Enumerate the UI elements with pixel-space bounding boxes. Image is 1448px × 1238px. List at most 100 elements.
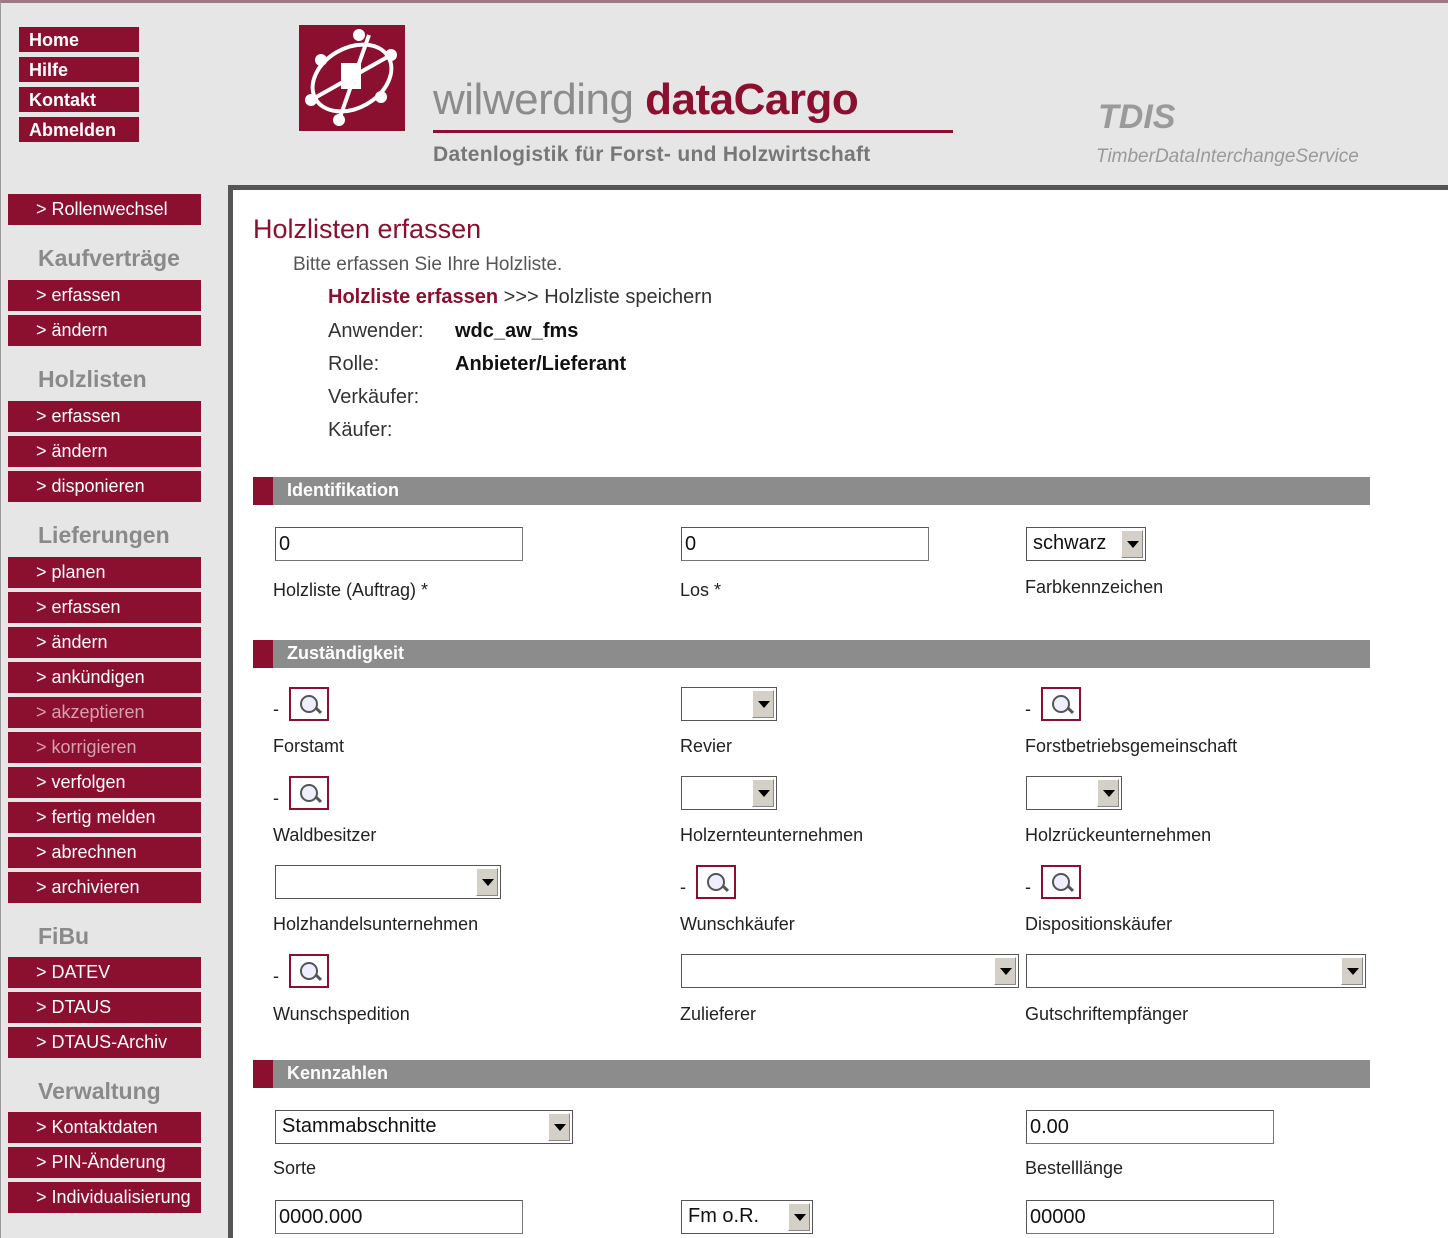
search-icon[interactable] bbox=[1041, 865, 1081, 899]
forstamt-label: Forstamt bbox=[273, 736, 345, 756]
rolle-value: Anbieter/Lieferant bbox=[455, 353, 627, 375]
brand-name: wilwerding dataCargo bbox=[433, 75, 859, 124]
bestelllaenge-input[interactable] bbox=[1026, 1110, 1274, 1144]
waldbesitzer-label: Waldbesitzer bbox=[273, 825, 377, 845]
sidebar-lief-abrechnen[interactable]: > abrechnen bbox=[8, 837, 201, 868]
info-kaeufer: Käufer: bbox=[328, 419, 393, 441]
sidebar-heading-holzlisten: Holzlisten bbox=[38, 366, 147, 392]
sidebar-heading-fibu: FiBu bbox=[38, 923, 90, 949]
chevron-down-icon bbox=[1341, 957, 1363, 985]
sidebar-lief-planen[interactable]: > planen bbox=[8, 557, 201, 588]
sidebar-lief-fertig-melden[interactable]: > fertig melden bbox=[8, 802, 201, 833]
sidebar-lief-archivieren[interactable]: > archivieren bbox=[8, 872, 201, 903]
nav-hilfe[interactable]: Hilfe bbox=[19, 57, 139, 84]
sidebar-verw-kontaktdaten[interactable]: > Kontaktdaten bbox=[8, 1112, 201, 1143]
brand-tagline: Datenlogistik für Forst- und Holzwirtsch… bbox=[433, 143, 871, 166]
holzernte-select[interactable] bbox=[681, 776, 777, 810]
holzrueck-label: Holzrückeunternehmen bbox=[1025, 825, 1212, 845]
sidebar-lief-verfolgen[interactable]: > verfolgen bbox=[8, 767, 201, 798]
zulieferer-select[interactable] bbox=[681, 954, 1019, 988]
revier-label: Revier bbox=[680, 736, 733, 756]
los-input[interactable] bbox=[681, 527, 929, 561]
gutschrift-label: Gutschriftempfänger bbox=[1025, 1004, 1189, 1024]
chevron-down-icon bbox=[752, 690, 774, 718]
los-label: Los * bbox=[680, 580, 722, 600]
sorte-label: Sorte bbox=[273, 1158, 317, 1178]
dispo-label: Dispositionskäufer bbox=[1025, 914, 1173, 934]
holzhandel-select[interactable] bbox=[275, 865, 501, 899]
zulieferer-label: Zulieferer bbox=[680, 1004, 757, 1024]
holzrueck-select[interactable] bbox=[1026, 776, 1122, 810]
chevron-down-icon bbox=[1097, 779, 1119, 807]
sidebar-fibu-dtaus[interactable]: > DTAUS bbox=[8, 992, 201, 1023]
sidebar-verw-individualisierung[interactable]: > Individualisierung bbox=[8, 1182, 201, 1213]
tdis-subtitle: TimberDataInterchangeService bbox=[1096, 146, 1359, 167]
sidebar-lief-korrigieren[interactable]: > korrigieren bbox=[8, 732, 201, 763]
sidebar-rollenwechsel[interactable]: > Rollenwechsel bbox=[8, 194, 201, 225]
menge-input[interactable] bbox=[275, 1200, 523, 1234]
farbkennzeichen-label: Farbkennzeichen bbox=[1025, 577, 1164, 597]
sidebar-holz-aendern[interactable]: > ändern bbox=[8, 436, 201, 467]
anwender-value: wdc_aw_fms bbox=[455, 320, 579, 342]
sorte-select[interactable]: Stammabschnitte bbox=[275, 1110, 573, 1144]
sidebar-fibu-dtaus-archiv[interactable]: > DTAUS-Archiv bbox=[8, 1027, 201, 1058]
page-title: Holzlisten erfassen bbox=[253, 214, 482, 244]
farbkennzeichen-select[interactable]: schwarz bbox=[1026, 527, 1146, 561]
sidebar-heading-kaufvertraege: Kaufverträge bbox=[38, 245, 180, 271]
sidebar-holz-erfassen[interactable]: > erfassen bbox=[8, 401, 201, 432]
step-active: Holzliste erfassen bbox=[328, 286, 499, 308]
search-icon[interactable] bbox=[289, 954, 329, 988]
chevron-down-icon bbox=[1121, 530, 1143, 558]
sidebar-holz-disponieren[interactable]: > disponieren bbox=[8, 471, 201, 502]
holzernte-label: Holzernteunternehmen bbox=[680, 825, 864, 845]
bestelllaenge-label: Bestelllänge bbox=[1025, 1158, 1124, 1178]
page-subtitle: Bitte erfassen Sie Ihre Holzliste. bbox=[293, 254, 563, 275]
sidebar-kauf-erfassen[interactable]: > erfassen bbox=[8, 280, 201, 311]
sidebar-verw-pin-aenderung[interactable]: > PIN-Änderung bbox=[8, 1147, 201, 1178]
anzahl-input[interactable] bbox=[1026, 1200, 1274, 1234]
search-icon[interactable] bbox=[289, 687, 329, 721]
wunschkaeufer-label: Wunschkäufer bbox=[680, 914, 795, 934]
sidebar: > Rollenwechsel Kaufverträge > erfassen … bbox=[0, 185, 228, 1238]
tdis-logo: TDIS bbox=[1098, 98, 1176, 136]
chevron-down-icon bbox=[788, 1203, 810, 1231]
sidebar-kauf-aendern[interactable]: > ändern bbox=[8, 315, 201, 346]
gutschrift-select[interactable] bbox=[1026, 954, 1366, 988]
sidebar-lief-erfassen[interactable]: > erfassen bbox=[8, 592, 201, 623]
sidebar-lief-aendern[interactable]: > ändern bbox=[8, 627, 201, 658]
sidebar-lief-ankuendigen[interactable]: > ankündigen bbox=[8, 662, 201, 693]
holzliste-label: Holzliste (Auftrag) * bbox=[273, 580, 429, 600]
einheit-select[interactable]: Fm o.R. bbox=[681, 1200, 813, 1234]
revier-select[interactable] bbox=[681, 687, 777, 721]
section-identifikation: Identifikation bbox=[253, 477, 1370, 505]
spedition-label: Wunschspedition bbox=[273, 1004, 410, 1024]
search-icon[interactable] bbox=[696, 865, 736, 899]
chevron-down-icon bbox=[548, 1113, 570, 1141]
chevron-down-icon bbox=[476, 868, 498, 896]
sidebar-heading-verwaltung: Verwaltung bbox=[38, 1078, 161, 1104]
info-verkaeufer: Verkäufer: bbox=[328, 386, 420, 408]
sidebar-lief-akzeptieren[interactable]: > akzeptieren bbox=[8, 697, 201, 728]
search-icon[interactable] bbox=[289, 776, 329, 810]
nav-kontakt[interactable]: Kontakt bbox=[19, 87, 139, 114]
step-next: >>> Holzliste speichern bbox=[498, 286, 713, 308]
nav-home[interactable]: Home bbox=[19, 27, 139, 54]
sidebar-heading-lieferungen: Lieferungen bbox=[38, 522, 170, 548]
holzliste-input[interactable] bbox=[275, 527, 523, 561]
section-kennzahlen: Kennzahlen bbox=[253, 1060, 1370, 1088]
nav-abmelden[interactable]: Abmelden bbox=[19, 117, 139, 144]
brand-logo bbox=[299, 25, 405, 131]
section-zustaendigkeit: Zuständigkeit bbox=[253, 640, 1370, 668]
process-steps: Holzliste erfassen >>> Holzliste speiche… bbox=[328, 286, 712, 309]
info-anwender: Anwender: wdc_aw_fms bbox=[328, 320, 579, 342]
chevron-down-icon bbox=[752, 779, 774, 807]
search-icon[interactable] bbox=[1041, 687, 1081, 721]
holzhandel-label: Holzhandelsunternehmen bbox=[273, 914, 479, 934]
brand-underline bbox=[433, 130, 953, 133]
main-content: Holzlisten erfassen Bitte erfassen Sie I… bbox=[228, 185, 1448, 1238]
fbg-label: Forstbetriebsgemeinschaft bbox=[1025, 736, 1238, 756]
sidebar-fibu-datev[interactable]: > DATEV bbox=[8, 957, 201, 988]
chevron-down-icon bbox=[994, 957, 1016, 985]
info-rolle: Rolle: Anbieter/Lieferant bbox=[328, 353, 627, 375]
header: Home Hilfe Kontakt Abmelden wilwerding d… bbox=[0, 0, 1448, 185]
